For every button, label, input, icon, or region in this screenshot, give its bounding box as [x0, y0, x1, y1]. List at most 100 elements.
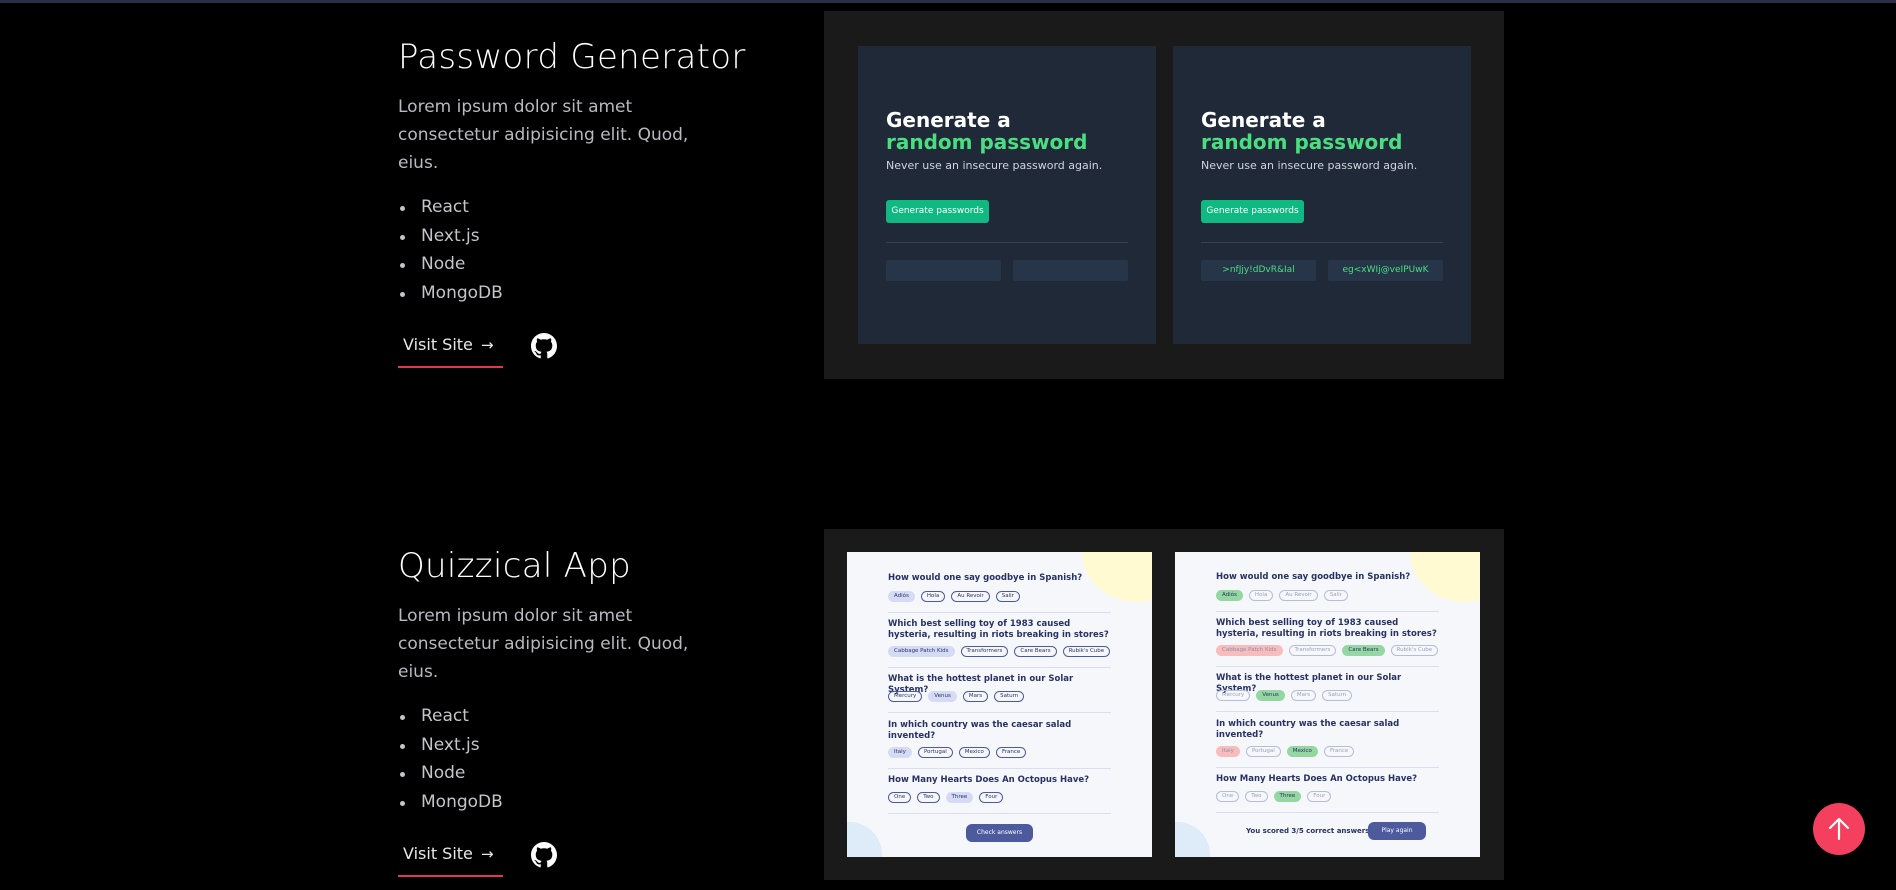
quiz-option: Transformers: [1288, 645, 1337, 656]
divider: [1201, 242, 1443, 243]
tech-stack-item: Node: [398, 759, 758, 788]
quiz-option: Au Revoir: [951, 591, 990, 602]
check-answers-button: Check answers: [966, 824, 1033, 842]
preview-card-questions: How would one say goodbye in Spanish? Ad…: [847, 552, 1152, 857]
quiz-options: Adiós Hola Au Revoir Salir: [888, 591, 1020, 602]
preview-heading: Generate a: [1201, 108, 1326, 132]
github-icon[interactable]: [531, 841, 557, 868]
quiz-option: Cabbage Patch Kids: [1216, 645, 1283, 656]
preview-heading-accent: random password: [1201, 130, 1403, 154]
quiz-option: Venus: [928, 691, 957, 702]
preview-heading-accent: random password: [886, 130, 1088, 154]
visit-site-link[interactable]: Visit Site →: [398, 841, 503, 877]
project-preview: How would one say goodbye in Spanish? Ad…: [824, 529, 1504, 880]
divider: [888, 813, 1111, 814]
arrow-right-icon: →: [481, 335, 494, 354]
quiz-option: Two: [917, 792, 940, 803]
quiz-option: Four: [979, 792, 1004, 803]
divider: [888, 612, 1111, 613]
arrow-right-icon: →: [481, 844, 494, 863]
quiz-option: Mexico: [1286, 746, 1318, 757]
password-output-empty: [1013, 260, 1128, 281]
divider: [888, 768, 1111, 769]
quiz-option: Two: [1245, 791, 1268, 802]
tech-stack-list: React Next.js Node MongoDB: [398, 193, 758, 308]
preview-subtitle: Never use an insecure password again.: [886, 159, 1103, 172]
quiz-option: Care Bears: [1342, 645, 1385, 656]
quiz-option: Mercury: [1216, 690, 1251, 701]
quiz-question: How Many Hearts Does An Octopus Have?: [888, 775, 1090, 785]
quiz-question: How would one say goodbye in Spanish?: [888, 573, 1083, 583]
tech-stack-item: Next.js: [398, 222, 758, 251]
scroll-to-top-button[interactable]: [1813, 803, 1865, 855]
tech-stack-item: Node: [398, 250, 758, 279]
quiz-option: One: [1216, 791, 1240, 802]
project-links: Visit Site →: [398, 332, 758, 372]
divider: [1216, 666, 1439, 667]
quiz-options: Mercury Venus Mars Saturn: [888, 691, 1025, 702]
quiz-option: Venus: [1256, 690, 1285, 701]
quiz-options: One Two Three Four: [888, 792, 1004, 803]
preview-subtitle: Never use an insecure password again.: [1201, 159, 1418, 172]
quiz-option: France: [995, 747, 1027, 758]
visit-site-label: Visit Site: [403, 334, 473, 354]
divider: [1216, 711, 1439, 712]
quiz-option: Salir: [1323, 590, 1348, 601]
quiz-option: Portugal: [917, 747, 953, 758]
quiz-options: Italy Portugal Mexico France: [1216, 746, 1355, 757]
project-description: Lorem ipsum dolor sit amet consectetur a…: [398, 97, 689, 173]
tech-stack-item: Next.js: [398, 731, 758, 760]
divider: [888, 712, 1111, 713]
quiz-score: You scored 3/5 correct answers: [1246, 827, 1370, 835]
quiz-option: France: [1323, 746, 1355, 757]
tech-stack-list: React Next.js Node MongoDB: [398, 702, 758, 817]
quiz-option: Rubik's Cube: [1062, 646, 1111, 657]
project-title: Password Generator: [398, 37, 746, 77]
quiz-option: Salir: [995, 591, 1020, 602]
quiz-question: In which country was the caesar salad in…: [1216, 719, 1400, 740]
quiz-option: Mercury: [888, 691, 923, 702]
project-preview: Generate a random password Never use an …: [824, 11, 1504, 379]
quiz-option: Italy: [888, 747, 912, 758]
preview-card-before: Generate a random password Never use an …: [858, 46, 1156, 344]
quiz-question: How would one say goodbye in Spanish?: [1216, 572, 1411, 582]
quiz-option: One: [888, 792, 912, 803]
quiz-options: Italy Portugal Mexico France: [888, 747, 1027, 758]
project-links: Visit Site →: [398, 841, 758, 881]
quiz-option: Hola: [1248, 590, 1274, 601]
visit-site-link[interactable]: Visit Site →: [398, 332, 503, 368]
quiz-options: One Two Three Four: [1216, 791, 1332, 802]
project-info: Quizzical App Lorem ipsum dolor sit amet…: [398, 546, 758, 881]
quiz-option: Hola: [920, 591, 946, 602]
quiz-option: Care Bears: [1014, 646, 1057, 657]
quiz-option: Cabbage Patch Kids: [888, 646, 955, 657]
generate-button: Generate passwords: [1201, 200, 1304, 223]
github-icon[interactable]: [531, 332, 557, 359]
quiz-option: Au Revoir: [1279, 590, 1318, 601]
quiz-option: Mars: [962, 691, 989, 702]
divider: [886, 242, 1128, 243]
quiz-option: Three: [1273, 791, 1302, 802]
quiz-options: Cabbage Patch Kids Transformers Care Bea…: [888, 646, 1111, 657]
quiz-option: Italy: [1216, 746, 1240, 757]
arrow-up-icon: [1828, 817, 1850, 841]
quiz-option: Mexico: [958, 747, 990, 758]
quiz-option: Rubik's Cube: [1390, 645, 1439, 656]
quiz-option: Three: [945, 792, 974, 803]
decorative-blob: [847, 822, 882, 857]
quiz-option: Adiós: [1216, 590, 1243, 601]
preview-card-results: How would one say goodbye in Spanish? Ad…: [1175, 552, 1480, 857]
quiz-options: Adiós Hola Au Revoir Salir: [1216, 590, 1348, 601]
project-description: Lorem ipsum dolor sit amet consectetur a…: [398, 606, 689, 682]
project-info: Password Generator Lorem ipsum dolor sit…: [398, 37, 758, 372]
password-output: >nfJjy!dDvR&Ial: [1201, 260, 1316, 281]
tech-stack-item: React: [398, 193, 758, 222]
tech-stack-item: MongoDB: [398, 788, 758, 817]
generate-button: Generate passwords: [886, 200, 989, 223]
quiz-options: Mercury Venus Mars Saturn: [1216, 690, 1353, 701]
quiz-option: Portugal: [1245, 746, 1281, 757]
quiz-option: Adiós: [888, 591, 915, 602]
project-title: Quizzical App: [398, 546, 632, 586]
play-again-button: Play again: [1368, 822, 1426, 840]
preview-card-after: Generate a random password Never use an …: [1173, 46, 1471, 344]
